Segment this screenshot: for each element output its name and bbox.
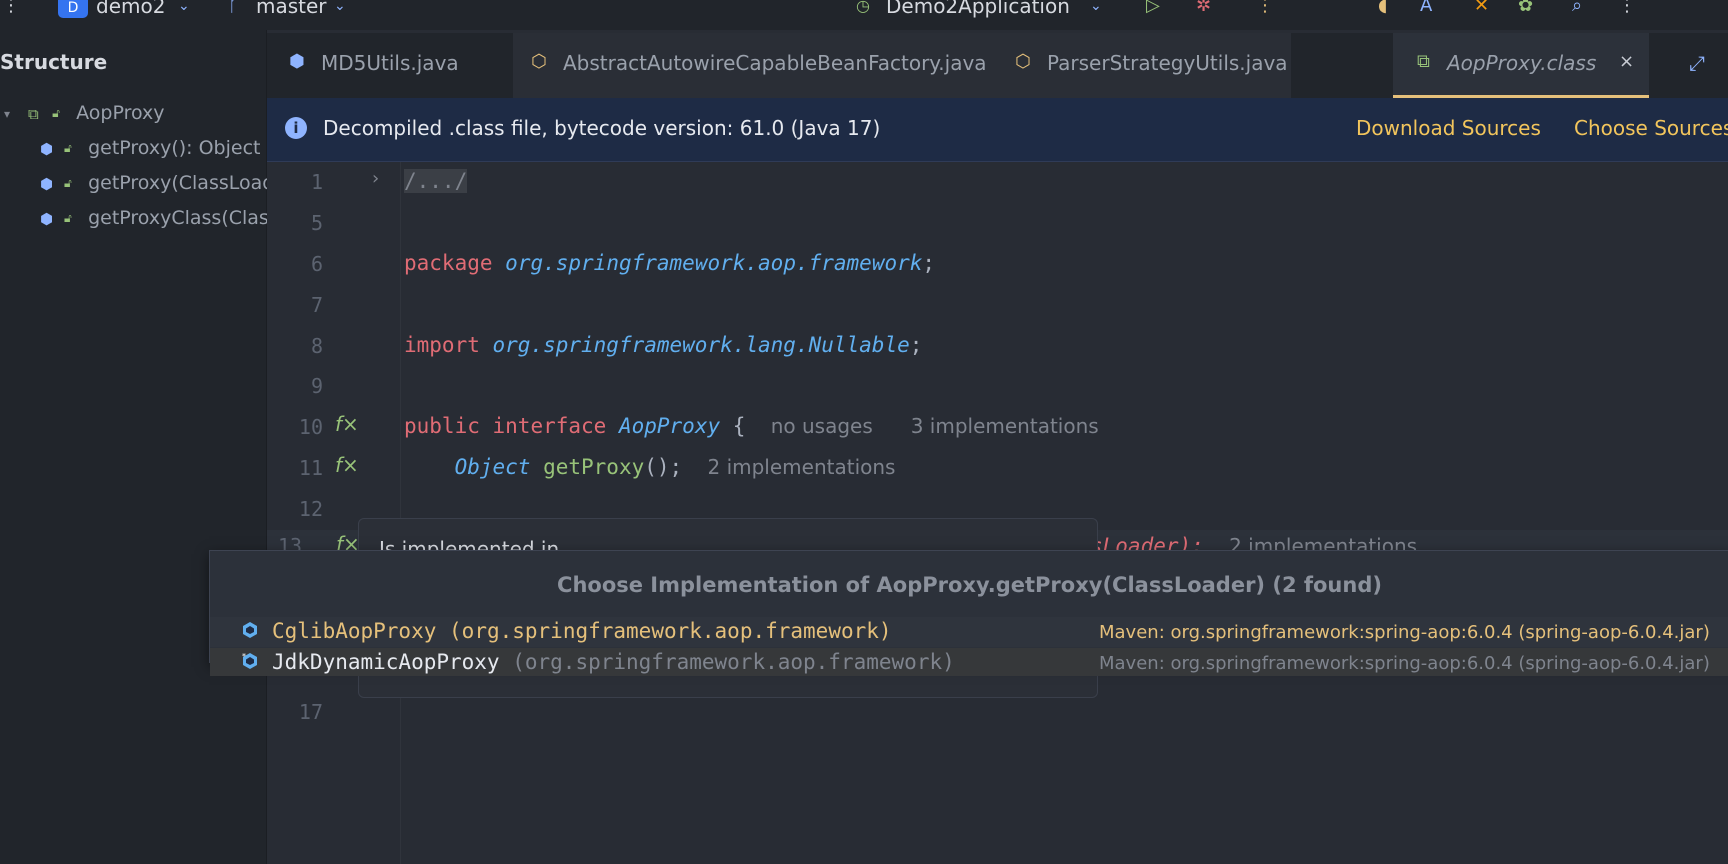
list-item-jdkdynamicaopproxy[interactable]: * JdkDynamicAopProxy (org.springframewor… (210, 648, 1728, 676)
choose-implementation-popup: Choose Implementation of AopProxy.getPro… (209, 550, 1728, 676)
class-icon: ⬢ (289, 51, 305, 72)
settings-menu-icon[interactable]: ⋮ (1618, 0, 1636, 16)
debug-icon[interactable]: ✲ (1196, 0, 1211, 16)
branch-icon: ᚴ (228, 0, 239, 16)
code-editor[interactable]: 1 5 6 7 8 9 10 11 12 13 17 › f× f× f× /.… (267, 162, 1728, 864)
run-config-selector[interactable]: Demo2Application (886, 0, 1070, 18)
implementations-hint[interactable]: 2 implementations (707, 455, 895, 479)
banner-message: Decompiled .class file, bytecode version… (323, 116, 881, 140)
tree-item-method[interactable]: ⬢ 🔓︎ getProxy(): Object (40, 137, 261, 165)
chevron-down-icon[interactable]: ⌄ (334, 0, 346, 16)
lock-icon: 🔓︎ (64, 176, 72, 190)
tab-label: MD5Utils.java (321, 51, 459, 75)
info-icon: i (285, 117, 307, 139)
line-number: 12 (298, 497, 323, 521)
tree-item-label: getProxy(): Object (88, 137, 261, 159)
punct: ; (909, 333, 923, 357)
return-type: Object (454, 455, 531, 479)
implemented-gutter-icon[interactable]: f× (335, 412, 359, 436)
gutter-divider (400, 162, 401, 864)
tab-label: AbstractAutowireCapableBeanFactory.java (563, 51, 987, 75)
line-number: 17 (298, 700, 323, 724)
method-name: getProxy (543, 455, 645, 479)
tab-label: ParserStrategyUtils.java (1047, 51, 1288, 75)
translate-icon[interactable]: A (1420, 0, 1432, 16)
impl-location: Maven: org.springframework:spring-aop:6.… (1099, 622, 1710, 643)
project-selector[interactable]: demo2 (96, 0, 165, 18)
line-number: 10 (298, 415, 323, 439)
fold-chevron-icon[interactable]: › (372, 168, 379, 189)
ai-assistant-icon[interactable]: ✿ (1518, 0, 1533, 16)
main-menu-icon[interactable]: ⋮ (2, 0, 20, 16)
interface-icon: ⧉ (28, 104, 39, 123)
chevron-down-icon[interactable]: ⌄ (1090, 0, 1102, 16)
method-icon: ⬢ (40, 174, 54, 193)
lock-icon: 🔓︎ (64, 141, 72, 155)
search-icon[interactable]: ⌕ (1572, 0, 1582, 16)
line-number: 1 (310, 170, 323, 194)
line-number: 8 (310, 334, 323, 358)
editor-tabs: ⬢ MD5Utils.java ⬡ AbstractAutowireCapabl… (267, 33, 1728, 98)
class-icon: * (242, 652, 257, 669)
line-number: 11 (298, 456, 323, 480)
method-icon: ⬢ (40, 139, 54, 158)
keyword: public (404, 414, 480, 438)
run-config-icon: ◷ (856, 0, 870, 15)
download-sources-link[interactable]: Download Sources (1356, 116, 1541, 140)
tree-root-label: AopProxy (76, 102, 165, 124)
popup-title: Choose Implementation of AopProxy.getPro… (557, 573, 1382, 597)
main-toolbar: ⋮ D demo2 ⌄ ᚴ master ⌄ ◷ Demo2Applicatio… (0, 0, 1728, 30)
punct: { (732, 414, 746, 438)
impl-name: JdkDynamicAopProxy (org.springframework.… (272, 650, 955, 674)
code-with-me-icon[interactable]: ◖ (1378, 0, 1387, 16)
list-item-cglibaopproxy[interactable]: CglibAopProxy (org.springframework.aop.f… (210, 617, 1728, 647)
line-number: 5 (310, 211, 323, 235)
more-actions-icon[interactable]: ⋮ (1256, 0, 1274, 16)
line-number: 7 (310, 293, 323, 317)
keyword: interface (492, 414, 607, 438)
interface-name: AopProxy (618, 414, 721, 438)
panel-title: Structure (0, 50, 108, 74)
project-badge[interactable]: D (58, 0, 88, 18)
keyword: import (404, 333, 480, 357)
svg-text:*: * (242, 652, 246, 661)
chevron-down-icon[interactable]: ⌄ (178, 0, 190, 16)
decompiled-banner: i Decompiled .class file, bytecode versi… (267, 98, 1728, 162)
usages-hint[interactable]: no usages (771, 414, 873, 438)
structure-panel: Structure ▾ ⧉ 🔓︎ AopProxy ⬢ 🔓︎ getProxy(… (0, 30, 414, 864)
interface-icon: ⧉ (1417, 51, 1430, 72)
tab-abstractautowire[interactable]: ⬡ AbstractAutowireCapableBeanFactory.jav… (513, 33, 995, 98)
punct: ; (922, 251, 936, 275)
tools-icon[interactable]: ✕ (1474, 0, 1489, 16)
package-name: org.springframework.aop.framework (505, 251, 923, 275)
tab-md5utils[interactable]: ⬢ MD5Utils.java (267, 33, 513, 98)
punct: (); (644, 455, 683, 479)
implemented-gutter-icon[interactable]: f× (335, 453, 359, 477)
tab-aopproxy[interactable]: ⧉ AopProxy.class × (1393, 33, 1649, 98)
implementations-hint[interactable]: 3 implementations (911, 414, 1099, 438)
lock-icon: 🔓︎ (52, 106, 60, 120)
import-name: org.springframework.lang.Nullable (492, 333, 910, 357)
impl-location: Maven: org.springframework:spring-aop:6.… (1099, 653, 1710, 674)
maximize-icon[interactable]: ⤢ (1689, 51, 1705, 75)
branch-selector[interactable]: master (256, 0, 327, 18)
folded-region[interactable]: /.../ (404, 169, 468, 193)
lock-icon: 🔓︎ (64, 211, 72, 225)
expand-icon[interactable]: ▾ (4, 107, 22, 121)
line-number: 6 (310, 252, 323, 276)
class-icon: ⬡ (531, 51, 547, 72)
line-number: 9 (310, 374, 323, 398)
method-icon: ⬢ (40, 209, 54, 228)
class-icon: ⬡ (1015, 51, 1031, 72)
choose-sources-link[interactable]: Choose Sources... (1574, 116, 1728, 140)
run-icon[interactable]: ▷ (1146, 0, 1160, 16)
tab-parserstrategy[interactable]: ⬡ ParserStrategyUtils.java (995, 33, 1291, 98)
tree-root-aopproxy[interactable]: ▾ ⧉ 🔓︎ AopProxy (4, 102, 165, 130)
keyword: package (404, 251, 493, 275)
close-icon[interactable]: × (1619, 51, 1634, 72)
class-icon (243, 622, 257, 638)
tab-label: AopProxy.class (1447, 51, 1597, 75)
impl-name: CglibAopProxy (org.springframework.aop.f… (272, 619, 892, 643)
